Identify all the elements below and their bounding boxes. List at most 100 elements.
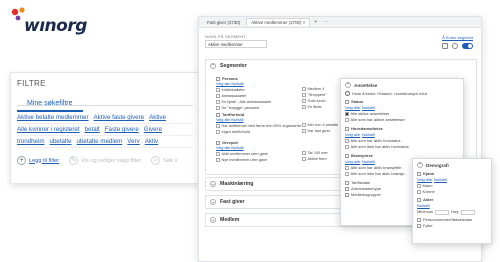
winorg-logo: wınorg — [8, 6, 88, 42]
checkbox[interactable] — [302, 129, 306, 133]
saved-filter-link[interactable]: Aktive faste givere — [94, 112, 145, 123]
saved-filter-link[interactable]: ubetalte — [50, 136, 72, 147]
checkbox[interactable] — [417, 198, 421, 202]
age-max-input[interactable] — [460, 209, 475, 215]
saved-filter-link[interactable]: Aktive — [149, 112, 166, 123]
saved-filter-link[interactable]: Alle kvinner i registeret — [17, 124, 80, 135]
checkbox[interactable] — [345, 166, 349, 170]
saved-filter-link[interactable]: Faste givere — [105, 124, 139, 135]
checkbox[interactable] — [302, 99, 306, 103]
item-label: En ånde — [307, 105, 322, 109]
checkbox[interactable] — [345, 193, 349, 197]
close-icon[interactable]: × — [303, 20, 306, 25]
filter-panel: FILTRE Mine søkefiltre Aktive betalte me… — [10, 72, 200, 184]
info-icon — [345, 91, 350, 96]
filter-panel-title: FILTRE — [17, 79, 46, 88]
checkbox[interactable] — [216, 130, 220, 134]
chevron-up-icon[interactable]: ⌃ — [345, 82, 351, 88]
checkbox[interactable] — [417, 224, 421, 228]
list-item[interactable]: Kvinne — [413, 189, 491, 195]
saved-filter-link[interactable]: Aktive betalte medlemmer — [17, 112, 89, 123]
view-toggle[interactable] — [462, 43, 473, 49]
checkbox[interactable] — [345, 181, 349, 185]
checkbox[interactable] — [345, 172, 349, 176]
checkbox[interactable] — [216, 124, 220, 128]
section-segmenter-header[interactable]: ⌃ Segmenter — [206, 60, 476, 72]
checkbox[interactable] — [417, 172, 421, 176]
copy-icon[interactable] — [442, 43, 448, 49]
settings-icon[interactable] — [452, 43, 458, 49]
filter-tabs: Mine søkefiltre — [17, 92, 193, 112]
checkbox[interactable] — [417, 190, 421, 194]
saved-filter-link[interactable]: trondheim — [17, 136, 45, 147]
checkbox[interactable] — [417, 218, 421, 222]
reset-link[interactable]: Nullstill — [231, 82, 243, 86]
item-label: Har fast giver — [307, 129, 331, 133]
age-min-input[interactable] — [435, 209, 450, 215]
select-all-link[interactable]: Velg alle — [216, 118, 230, 122]
checkbox[interactable] — [216, 112, 220, 117]
collapsed-group[interactable]: Fylke — [413, 223, 491, 229]
checkbox[interactable] — [345, 139, 349, 143]
checkbox[interactable] — [417, 184, 421, 188]
filter-row: Aktive betalte medlemmer Aktive faste gi… — [17, 112, 193, 124]
tab-fast-giver[interactable]: Fast giver (2730) — [203, 19, 244, 26]
checkbox[interactable] — [302, 151, 306, 155]
checkbox[interactable] — [216, 158, 220, 162]
group-label: Fylke — [423, 223, 433, 228]
edit-filter-button[interactable]: ✎ Vis og rediger valgt filter — [69, 156, 141, 165]
segment-name-input[interactable]: Aktive medlemmer — [205, 40, 267, 48]
tab-active-members[interactable]: Aktive medlemmer (2700) × — [246, 18, 311, 26]
more-tabs-button[interactable]: ⋯ — [321, 19, 330, 25]
edit-segment-link[interactable]: Å Endre segment — [442, 35, 473, 40]
select-all-link[interactable]: Velg alle — [216, 146, 230, 150]
select-all-link[interactable]: Velg alle — [216, 82, 230, 86]
checkbox[interactable] — [216, 94, 220, 98]
search-filter-button[interactable]: ⌕ Søk s — [151, 156, 177, 165]
group-label: Medlemsgrupper — [351, 192, 382, 197]
reset-link[interactable]: Nullstill — [231, 146, 243, 150]
saved-filter-link[interactable]: ubetalte medlem — [77, 136, 123, 147]
add-tab-button[interactable]: + — [312, 19, 319, 25]
group-persons-title: Persons — [216, 76, 336, 81]
reset-link[interactable]: Nullstill — [434, 177, 447, 183]
checkbox[interactable] — [345, 154, 349, 158]
item-label: Aktive frem — [307, 157, 327, 161]
saved-filter-link[interactable]: Aktiv — [145, 136, 158, 147]
section-medlem-label: Medlem — [220, 217, 240, 223]
group-tarifforhold-title: Tarifforhold — [216, 112, 336, 117]
saved-filter-link[interactable]: Verv — [127, 136, 139, 147]
chevron-down-icon: ⌄ — [210, 217, 216, 223]
list-item[interactable]: Alle som har aktive ansettelser — [341, 117, 463, 123]
item-label: Kvinne — [422, 189, 435, 194]
list-item[interactable]: Alle som ikke har aktiv hovedans — [341, 144, 463, 150]
checkbox[interactable] — [345, 112, 349, 116]
checkbox[interactable] — [302, 123, 306, 127]
chevron-down-icon: ⌄ — [210, 199, 216, 205]
checkbox[interactable] — [345, 100, 349, 104]
saved-filter-link[interactable]: betalt — [85, 124, 100, 135]
edit-filter-label: Vis og rediger valgt filter — [81, 157, 142, 164]
segment-toolbar — [442, 43, 473, 49]
checkbox[interactable] — [216, 76, 220, 81]
checkbox[interactable] — [216, 106, 220, 110]
checkbox[interactable] — [302, 157, 306, 161]
add-filter-button[interactable]: + Legg til filter — [17, 156, 59, 165]
checkbox[interactable] — [345, 187, 349, 191]
checkbox[interactable] — [345, 145, 349, 149]
checkbox[interactable] — [216, 140, 220, 145]
tab-my-filters[interactable]: Mine søkefiltre — [17, 98, 83, 112]
checkbox[interactable] — [345, 127, 349, 131]
chevron-up-icon[interactable]: ⌃ — [417, 162, 423, 168]
checkbox[interactable] — [302, 87, 306, 91]
group-title-text: Givepoll — [222, 140, 238, 145]
checkbox[interactable] — [216, 100, 220, 104]
checkbox[interactable] — [302, 105, 306, 109]
checkbox[interactable] — [216, 152, 220, 156]
checkbox[interactable] — [302, 93, 306, 97]
checkbox[interactable] — [216, 88, 220, 92]
reset-link[interactable]: Nullstill — [231, 118, 243, 122]
saved-filter-link[interactable]: Givere — [144, 124, 162, 135]
checkbox[interactable] — [345, 118, 349, 122]
popup-title: ⌃ Demografi — [413, 159, 491, 171]
